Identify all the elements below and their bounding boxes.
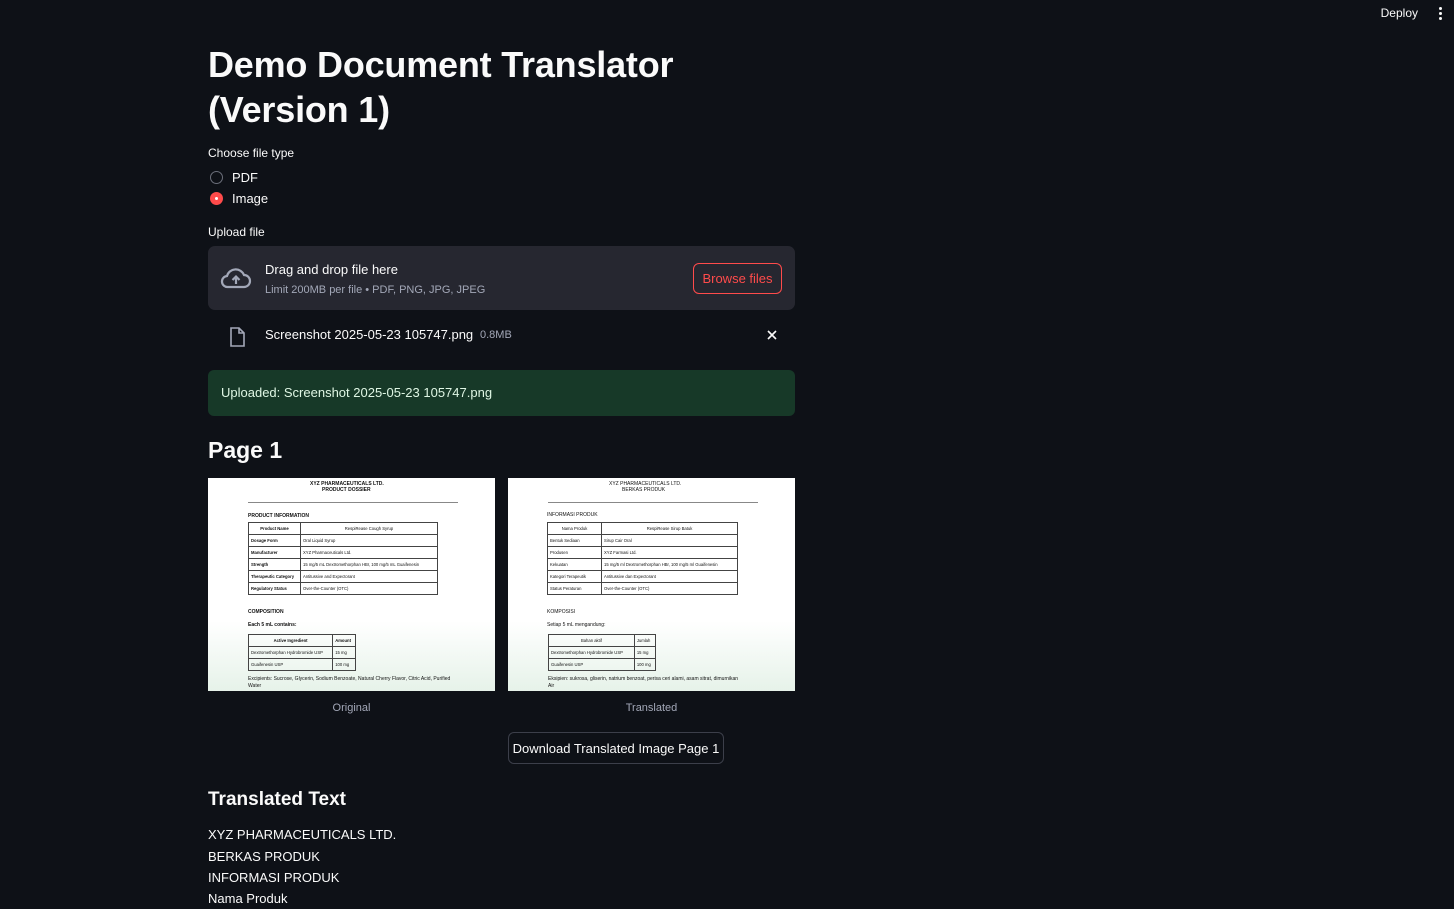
- upload-label: Upload file: [208, 225, 265, 239]
- file-size: 0.8MB: [480, 329, 512, 341]
- translated-text-line: BERKAS PRODUK: [208, 849, 320, 864]
- browse-files-button[interactable]: Browse files: [693, 263, 782, 294]
- doc-table-cell: Jumlah: [633, 634, 657, 647]
- doc-table-cell: Regulatory Status: [248, 582, 301, 595]
- file-dropzone[interactable]: Drag and drop file here Limit 200MB per …: [208, 246, 795, 310]
- doc-table-cell: 100 mg: [633, 658, 657, 671]
- translated-caption: Translated: [625, 702, 678, 714]
- doc-table-cell: Guaifenesin USP: [548, 658, 635, 671]
- radio-label: Image: [232, 190, 269, 206]
- translated-text-heading: Translated Text: [208, 789, 346, 810]
- doc-excipients: Excipients: Sucrose, Glycerin, Sodium Be…: [248, 676, 451, 682]
- doc-section: COMPOSITION: [248, 609, 284, 615]
- radio-option-image[interactable]: Image: [208, 188, 268, 208]
- doc-table-cell: RespiRease Cough Syrup: [300, 522, 438, 535]
- doc-table-cell: Manufacturer: [248, 546, 301, 559]
- file-icon: [230, 327, 245, 347]
- doc-table-cell: Bahan aktif: [548, 634, 635, 647]
- doc-table-cell: Dextromethorphan Hydrobromide USP: [548, 646, 635, 659]
- doc-table-cell: Amount: [332, 634, 356, 647]
- doc-table-cell: Antitussive and Expectorant: [300, 570, 438, 583]
- original-image: XYZ PHARMACEUTICALS LTD. PRODUCT DOSSIER…: [208, 478, 495, 691]
- radio-unselected-icon: [210, 170, 223, 184]
- doc-table-cell: RespiRease Sirup Batuk: [601, 522, 738, 535]
- doc-table-cell: Kekuatan: [547, 558, 602, 571]
- doc-table-cell: Over-the-Counter (OTC): [300, 582, 438, 595]
- doc-subtitle: PRODUCT DOSSIER: [322, 487, 371, 493]
- uploaded-file-row: Screenshot 2025-05-23 105747.png 0.8MB: [208, 322, 795, 352]
- doc-table-cell: Strength: [248, 558, 301, 571]
- doc-table-cell: Bentuk Sediaan: [547, 534, 602, 547]
- doc-table-cell: 15 mg/5 ml Dextromethorphan HBr, 100 mg/…: [601, 558, 738, 571]
- doc-table-cell: Dosage Form: [248, 534, 301, 547]
- doc-section: PRODUCT INFORMATION: [248, 513, 310, 519]
- doc-table-cell: 15 mg/5 mL Dextromethorphan HBr, 100 mg/…: [300, 558, 438, 571]
- radio-option-pdf[interactable]: PDF: [208, 167, 258, 187]
- radio-selected-icon: [210, 191, 223, 205]
- doc-table-cell: XYZ Farmasi Ltd.: [601, 546, 738, 559]
- file-name: Screenshot 2025-05-23 105747.png: [265, 327, 474, 342]
- doc-note: Each 5 mL contains:: [248, 622, 297, 628]
- doc-table-cell: Sirup Cair Oral: [601, 534, 738, 547]
- translated-text-line: Nama Produk: [208, 891, 288, 906]
- doc-table-cell: Over-the-Counter (OTC): [601, 582, 738, 595]
- doc-table-cell: Active Ingredient: [247, 634, 334, 647]
- success-message: Uploaded: Screenshot 2025-05-23 105747.p…: [221, 385, 493, 400]
- doc-subtitle: BERKAS PRODUK: [622, 487, 666, 493]
- close-icon[interactable]: [765, 328, 779, 342]
- doc-composition-table: Active Ingredient Amount Dextromethorphan…: [247, 634, 356, 671]
- doc-table-cell: Kategori Terapeutik: [547, 570, 602, 583]
- doc-table-cell: Antitussive dan Expectorant: [601, 570, 738, 583]
- original-caption: Original: [332, 702, 371, 714]
- top-bar: Deploy: [0, 0, 1454, 28]
- doc-excipients-cont: Water: [248, 683, 262, 689]
- doc-table-cell: Dextromethorphan Hydrobromide USP: [247, 646, 334, 659]
- doc-info-table: Product Name RespiRease Cough Syrup Dosag…: [248, 522, 438, 595]
- doc-section: INFORMASI PRODUK: [547, 512, 598, 518]
- cloud-upload-icon: [220, 268, 252, 289]
- doc-table-cell: Status Peraturan: [547, 582, 602, 595]
- page-heading: Page 1: [208, 437, 283, 463]
- translated-text-line: XYZ PHARMACEUTICALS LTD.: [208, 827, 397, 842]
- page-title: Demo Document Translator (Version 1): [208, 44, 674, 130]
- dropzone-limit: Limit 200MB per file • PDF, PNG, JPG, JP…: [265, 284, 486, 296]
- doc-section: KOMPOSISI: [547, 609, 576, 615]
- doc-table-cell: Oral Liquid Syrup: [300, 534, 438, 547]
- doc-composition-table: Bahan aktif Jumlah Dextromethorphan Hydro…: [548, 634, 657, 671]
- doc-excipients: Eksipien: sukrosa, gliserin, natrium ben…: [548, 676, 739, 682]
- kebab-icon[interactable]: [1436, 7, 1444, 21]
- doc-table-cell: Produsen: [547, 546, 602, 559]
- translated-image: XYZ PHARMACEUTICALS LTD. BERKAS PRODUK I…: [508, 478, 795, 691]
- translated-text-line: INFORMASI PRODUK: [208, 870, 340, 885]
- download-translated-image-button[interactable]: Download Translated Image Page 1: [508, 732, 724, 764]
- doc-table-cell: 15 mg: [332, 646, 356, 659]
- doc-table-cell: XYZ Pharmaceuticals Ltd.: [300, 546, 438, 559]
- doc-table-cell: Nama Produk: [547, 522, 602, 535]
- doc-info-table: Nama Produk RespiRease Sirup Batuk Bentuk…: [547, 522, 738, 595]
- deploy-button[interactable]: Deploy: [1381, 6, 1418, 20]
- doc-table-cell: Therapeutic Category: [248, 570, 301, 583]
- dropzone-instructions: Drag and drop file here: [265, 262, 398, 277]
- doc-note: Setiap 5 mL mengandung:: [547, 622, 606, 628]
- file-type-label: Choose file type: [208, 146, 295, 160]
- doc-excipients-cont: Air: [548, 683, 555, 689]
- radio-label: PDF: [232, 169, 258, 185]
- success-alert: Uploaded: Screenshot 2025-05-23 105747.p…: [208, 370, 795, 416]
- doc-table-cell: Product Name: [248, 522, 301, 535]
- doc-table-cell: 15 mg: [633, 646, 657, 659]
- doc-table-cell: 100 mg: [332, 658, 356, 671]
- doc-table-cell: Guaifenesin USP: [247, 658, 334, 671]
